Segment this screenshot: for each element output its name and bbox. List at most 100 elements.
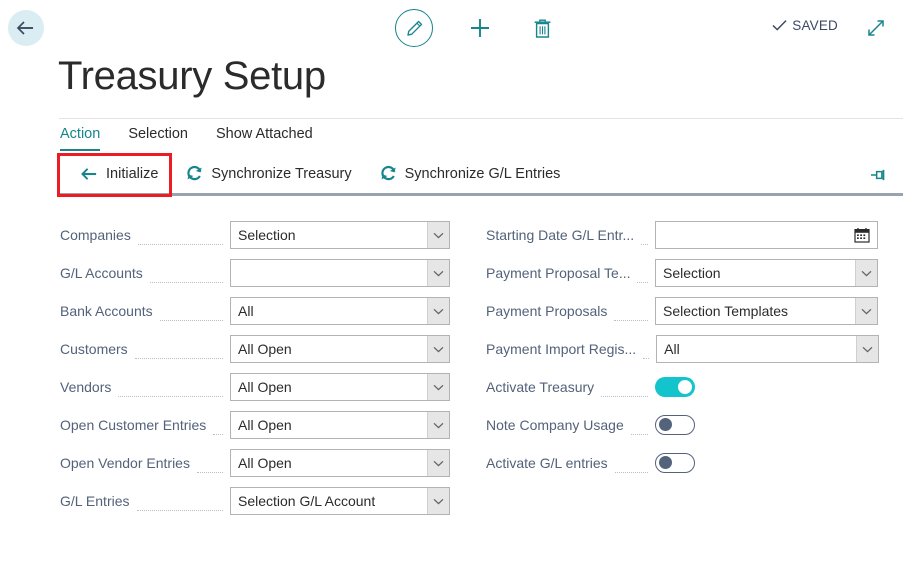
payment-proposals-dropdown[interactable]: Selection Templates	[655, 297, 878, 325]
customers-dropdown[interactable]: All Open	[230, 335, 450, 363]
gl-accounts-dropdown[interactable]	[230, 259, 450, 287]
top-command-bar: SAVED	[0, 0, 916, 56]
tab-selection[interactable]: Selection	[128, 126, 188, 149]
field-open-vendor-entries: Open Vendor Entries All Open	[60, 444, 450, 482]
vendors-dropdown[interactable]: All Open	[230, 373, 450, 401]
check-icon	[772, 19, 787, 32]
chevron-down-icon[interactable]	[427, 374, 449, 400]
tab-bar: Action Selection Show Attached	[60, 126, 341, 151]
sync-icon	[186, 165, 203, 182]
field-control: All Open	[230, 335, 450, 363]
expand-diagonal-icon	[866, 18, 886, 38]
chevron-down-icon[interactable]	[427, 450, 449, 476]
dropdown-value: All	[231, 303, 254, 319]
field-gl-entries: G/L Entries Selection G/L Account	[60, 482, 450, 520]
field-label: Customers	[60, 341, 128, 357]
payment-proposal-template-dropdown[interactable]: Selection	[655, 259, 878, 287]
chevron-down-icon[interactable]	[427, 412, 449, 438]
chevron-down-icon[interactable]	[427, 298, 449, 324]
chevron-down-icon[interactable]	[427, 336, 449, 362]
chevron-down-icon[interactable]	[427, 222, 449, 248]
field-label: G/L Entries	[60, 493, 130, 509]
chevron-down-icon[interactable]	[427, 488, 449, 514]
field-control: Selection Templates	[655, 297, 878, 325]
field-activate-gl-entries: Activate G/L entries	[486, 444, 878, 482]
edit-button[interactable]	[395, 9, 433, 47]
page-title: Treasury Setup	[58, 50, 326, 102]
open-vendor-entries-dropdown[interactable]: All Open	[230, 449, 450, 477]
expand-button[interactable]	[865, 17, 887, 39]
leader-dots	[150, 269, 223, 283]
field-open-customer-entries: Open Customer Entries All Open	[60, 406, 450, 444]
field-control: All	[656, 335, 879, 363]
companies-dropdown[interactable]: Selection	[230, 221, 450, 249]
dropdown-value: Selection	[231, 227, 296, 243]
leader-dots	[641, 231, 648, 245]
tab-show-attached[interactable]: Show Attached	[216, 126, 313, 149]
field-vendors: Vendors All Open	[60, 368, 450, 406]
field-control: All	[230, 297, 450, 325]
back-button[interactable]	[8, 10, 44, 46]
field-label: Payment Proposals	[486, 303, 607, 319]
arrow-left-icon	[16, 20, 36, 36]
payment-import-registration-dropdown[interactable]: All	[656, 335, 879, 363]
leader-dots	[137, 497, 223, 511]
leader-dots	[197, 459, 223, 473]
field-control: All Open	[230, 449, 450, 477]
field-label: Note Company Usage	[486, 417, 624, 433]
field-label: Activate G/L entries	[486, 455, 608, 471]
note-company-usage-toggle[interactable]	[655, 415, 695, 435]
field-control: Selection	[230, 221, 450, 249]
ribbon-item-synchronize-treasury[interactable]: Synchronize Treasury	[172, 154, 365, 193]
center-action-icons	[395, 9, 557, 47]
action-ribbon: Initialize Synchronize Treasury Synchron…	[59, 154, 903, 196]
sync-icon	[380, 165, 397, 182]
field-label: Payment Import Regis...	[486, 341, 636, 357]
field-gl-accounts: G/L Accounts	[60, 254, 450, 292]
chevron-down-icon[interactable]	[856, 336, 878, 362]
toggle-knob	[678, 380, 692, 394]
leader-dots	[135, 345, 223, 359]
ribbon-label-synchronize-treasury: Synchronize Treasury	[211, 166, 351, 182]
form-column-right: Starting Date G/L Entr...	[486, 216, 878, 482]
leader-dots	[615, 459, 648, 473]
chevron-down-icon[interactable]	[427, 260, 449, 286]
activate-treasury-toggle[interactable]	[655, 377, 695, 397]
tab-action[interactable]: Action	[60, 126, 100, 151]
field-payment-proposals: Payment Proposals Selection Templates	[486, 292, 878, 330]
trash-icon	[533, 18, 552, 39]
dropdown-value: Selection Templates	[656, 303, 788, 319]
field-label: Open Vendor Entries	[60, 455, 190, 471]
chevron-down-icon[interactable]	[855, 298, 877, 324]
field-control: All Open	[230, 411, 450, 439]
leader-dots	[643, 345, 649, 359]
field-customers: Customers All Open	[60, 330, 450, 368]
pin-icon	[870, 167, 889, 183]
field-activate-treasury: Activate Treasury	[486, 368, 878, 406]
starting-date-input[interactable]	[655, 221, 878, 249]
open-customer-entries-dropdown[interactable]: All Open	[230, 411, 450, 439]
ribbon-item-synchronize-gl-entries[interactable]: Synchronize G/L Entries	[366, 154, 575, 193]
delete-button[interactable]	[527, 11, 557, 45]
field-companies: Companies Selection	[60, 216, 450, 254]
leader-dots	[631, 421, 648, 435]
saved-label: SAVED	[792, 18, 838, 33]
leader-dots	[138, 231, 223, 245]
calendar-icon[interactable]	[849, 222, 875, 248]
ribbon-item-initialize[interactable]: Initialize	[67, 154, 172, 193]
field-payment-import-registration: Payment Import Regis... All	[486, 330, 878, 368]
dropdown-value: All Open	[231, 379, 292, 395]
dropdown-value: All	[657, 341, 680, 357]
leader-dots	[601, 383, 648, 397]
field-control	[655, 415, 878, 435]
leader-dots	[637, 269, 648, 283]
ribbon-label-initialize: Initialize	[106, 166, 158, 182]
gl-entries-dropdown[interactable]: Selection G/L Account	[230, 487, 450, 515]
chevron-down-icon[interactable]	[855, 260, 877, 286]
field-starting-date-gl-entries: Starting Date G/L Entr...	[486, 216, 878, 254]
activate-gl-entries-toggle[interactable]	[655, 453, 695, 473]
new-button[interactable]	[465, 11, 495, 45]
pin-button[interactable]	[869, 166, 889, 184]
bank-accounts-dropdown[interactable]: All	[230, 297, 450, 325]
business-central-page: SAVED Treasury Setup Action Selection Sh…	[0, 0, 916, 563]
